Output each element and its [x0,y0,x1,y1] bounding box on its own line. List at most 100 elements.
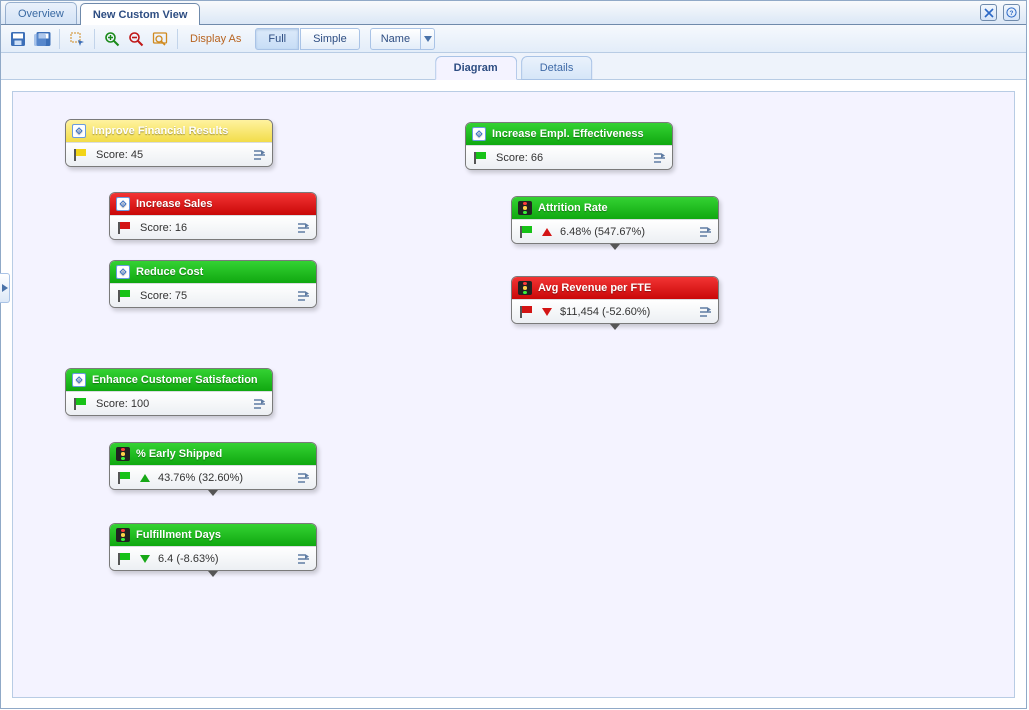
card-title: Fulfillment Days [136,529,221,541]
card-title: Avg Revenue per FTE [538,282,651,294]
zoom-out-icon[interactable] [125,28,147,50]
file-tabstrip: Overview New Custom View ? [1,1,1026,25]
card-increase-sales[interactable]: ⟐ Increase Sales Score: 16 [109,192,317,240]
card-score: Score: 66 [496,152,543,164]
traffic-light-icon [116,528,130,542]
app-panel: Overview New Custom View ? [0,0,1027,709]
svg-text:?: ? [1010,10,1014,17]
zoom-fit-icon[interactable] [149,28,171,50]
display-simple-button[interactable]: Simple [300,28,360,50]
flag-icon [118,472,132,484]
card-body: Score: 100 [66,391,272,415]
expand-caret-icon[interactable] [608,323,622,331]
card-menu-icon[interactable] [294,220,310,236]
card-menu-icon[interactable] [294,551,310,567]
help-icon[interactable]: ? [1003,4,1020,21]
card-header: ⟐ Enhance Customer Satisfaction [66,369,272,391]
card-enhance-customer-satisfaction[interactable]: ⟐ Enhance Customer Satisfaction Score: 1… [65,368,273,416]
card-score: Score: 75 [140,290,187,302]
card-menu-icon[interactable] [294,288,310,304]
card-reduce-cost[interactable]: ⟐ Reduce Cost Score: 75 [109,260,317,308]
flag-icon [118,553,132,565]
flag-icon [118,290,132,302]
expand-caret-icon[interactable] [608,243,622,251]
card-value: 6.48% (547.67%) [560,226,645,238]
card-title: Enhance Customer Satisfaction [92,374,258,386]
perspective-icon: ⟐ [72,124,86,138]
card-menu-icon[interactable] [696,304,712,320]
card-body: $11,454 (-52.60%) [512,299,718,323]
card-avg-revenue-per-fte[interactable]: Avg Revenue per FTE $11,454 (-52.60%) [511,276,719,324]
flag-icon [520,306,534,318]
card-score: Score: 45 [96,149,143,161]
card-title: Reduce Cost [136,266,203,278]
card-body: 6.4 (-8.63%) [110,546,316,570]
view-subtab-bar: Diagram Details [1,53,1026,80]
card-menu-icon[interactable] [250,147,266,163]
card-body: Score: 66 [466,145,672,169]
flag-icon [74,398,88,410]
traffic-light-icon [116,447,130,461]
flag-icon [118,222,132,234]
card-fulfillment-days[interactable]: Fulfillment Days 6.4 (-8.63%) [109,523,317,571]
tab-overview[interactable]: Overview [5,2,77,24]
card-menu-icon[interactable] [650,150,666,166]
card-header: Attrition Rate [512,197,718,219]
card-value: $11,454 (-52.60%) [560,306,650,318]
diagram-canvas[interactable]: ⟐ Improve Financial Results Score: 45 ⟐ … [12,91,1015,698]
card-header: % Early Shipped [110,443,316,465]
save-copy-icon[interactable] [31,28,53,50]
close-tab-icon[interactable] [980,4,997,21]
card-menu-icon[interactable] [250,396,266,412]
traffic-light-icon [518,201,532,215]
card-title: % Early Shipped [136,448,222,460]
card-title: Increase Sales [136,198,212,210]
flag-icon [520,226,534,238]
card-value: 6.4 (-8.63%) [158,553,219,565]
card-improve-financial-results[interactable]: ⟐ Improve Financial Results Score: 45 [65,119,273,167]
trend-up-icon [542,228,552,236]
toolbar-separator [94,29,95,49]
tab-details[interactable]: Details [521,56,593,80]
tab-diagram[interactable]: Diagram [435,56,517,80]
toolbar: Display As Full Simple Name [1,25,1026,53]
perspective-icon: ⟐ [472,127,486,141]
trend-up-icon [140,474,150,482]
side-expand-handle[interactable] [0,273,10,303]
expand-caret-icon[interactable] [206,570,220,578]
card-header: ⟐ Increase Sales [110,193,316,215]
flag-icon [74,149,88,161]
perspective-icon: ⟐ [116,197,130,211]
card-body: Score: 45 [66,142,272,166]
card-header: ⟐ Increase Empl. Effectiveness [466,123,672,145]
tab-new-custom-view[interactable]: New Custom View [80,3,201,25]
card-menu-icon[interactable] [696,224,712,240]
save-icon[interactable] [7,28,29,50]
trend-down-icon [140,555,150,563]
toolbar-separator [59,29,60,49]
tabstrip-right-controls: ? [980,4,1020,21]
card-body: 43.76% (32.60%) [110,465,316,489]
name-dropdown-caret[interactable] [421,28,435,50]
display-as-label: Display As [184,33,247,45]
name-dropdown[interactable]: Name [370,28,421,50]
expand-caret-icon[interactable] [206,489,220,497]
card-header: ⟐ Improve Financial Results [66,120,272,142]
card-title: Increase Empl. Effectiveness [492,128,644,140]
perspective-icon: ⟐ [72,373,86,387]
select-tool-icon[interactable] [66,28,88,50]
traffic-light-icon [518,281,532,295]
display-full-button[interactable]: Full [255,28,299,50]
card-attrition-rate[interactable]: Attrition Rate 6.48% (547.67%) [511,196,719,244]
card-menu-icon[interactable] [294,470,310,486]
card-header: ⟐ Reduce Cost [110,261,316,283]
card-title: Improve Financial Results [92,125,228,137]
card-early-shipped[interactable]: % Early Shipped 43.76% (32.60%) [109,442,317,490]
card-body: Score: 75 [110,283,316,307]
card-title: Attrition Rate [538,202,608,214]
zoom-in-icon[interactable] [101,28,123,50]
card-value: 43.76% (32.60%) [158,472,243,484]
trend-down-icon [542,308,552,316]
card-increase-empl-effectiveness[interactable]: ⟐ Increase Empl. Effectiveness Score: 66 [465,122,673,170]
card-body: 6.48% (547.67%) [512,219,718,243]
